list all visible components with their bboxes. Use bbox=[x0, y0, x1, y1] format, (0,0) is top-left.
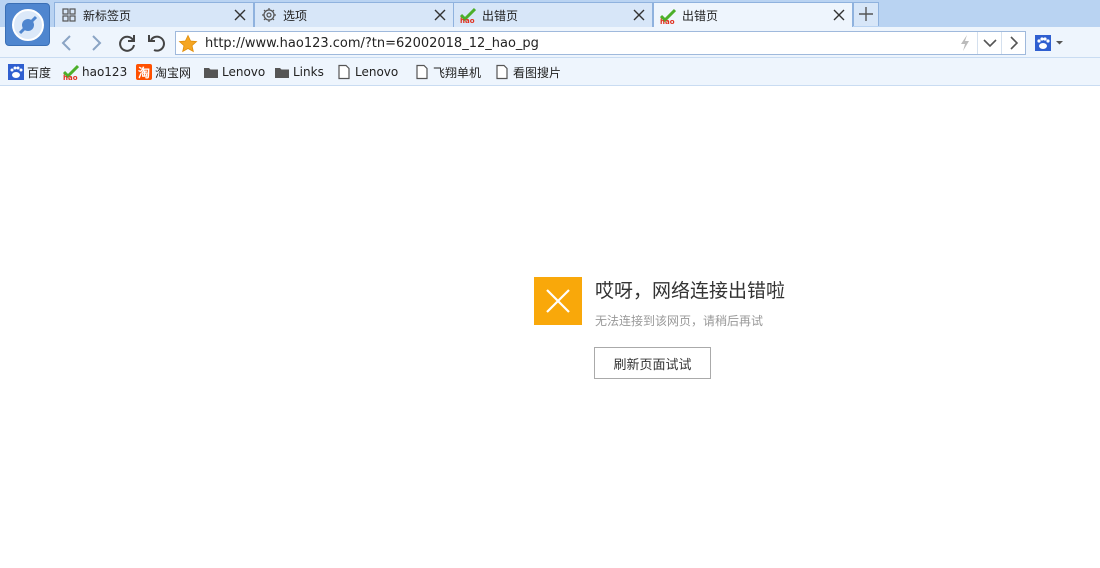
gear-icon bbox=[261, 7, 277, 23]
browser-logo-icon bbox=[12, 9, 44, 41]
folder-icon bbox=[203, 64, 219, 80]
bookmark-label: Lenovo bbox=[222, 65, 266, 79]
close-icon[interactable] bbox=[632, 8, 646, 22]
navigation-bar: http://www.hao123.com/?tn=62002018_12_ha… bbox=[0, 27, 1100, 58]
bookmark-item[interactable]: 看图搜片 bbox=[494, 62, 561, 82]
bookmark-label: 百度 bbox=[27, 65, 52, 80]
svg-text:hao: hao bbox=[660, 18, 675, 24]
plus-icon bbox=[859, 7, 873, 21]
new-tab-button[interactable] bbox=[853, 2, 879, 26]
star-icon[interactable] bbox=[178, 34, 198, 54]
forward-button[interactable] bbox=[85, 32, 107, 54]
error-title: 哎呀，网络连接出错啦 bbox=[595, 280, 786, 302]
svg-text:hao: hao bbox=[63, 74, 78, 80]
bookmark-label: 飞翔单机 bbox=[433, 65, 482, 80]
close-icon[interactable] bbox=[832, 8, 846, 22]
reload-page-button[interactable]: 刷新页面试试 bbox=[594, 347, 711, 379]
search-engine-selector[interactable] bbox=[1030, 31, 1074, 55]
address-bar[interactable]: http://www.hao123.com/?tn=62002018_12_ha… bbox=[175, 31, 1026, 55]
bookmark-label: 淘宝网 bbox=[155, 65, 192, 80]
bookmark-label: hao123 bbox=[82, 65, 128, 79]
tab-title: 选项 bbox=[283, 8, 308, 23]
bookmark-item[interactable]: Lenovo bbox=[336, 62, 398, 82]
hao123-icon: hao bbox=[459, 7, 477, 25]
svg-text:hao: hao bbox=[460, 17, 475, 23]
page-icon bbox=[494, 64, 510, 80]
baidu-paw-icon bbox=[1035, 35, 1063, 51]
tab-title: 出错页 bbox=[682, 9, 719, 23]
go-button[interactable] bbox=[1001, 32, 1025, 54]
back-button[interactable] bbox=[56, 32, 78, 54]
hao123-icon: hao bbox=[659, 8, 677, 26]
url-text[interactable]: http://www.hao123.com/?tn=62002018_12_ha… bbox=[205, 36, 539, 51]
bookmark-label: 看图搜片 bbox=[513, 65, 562, 80]
tab-error-page-active[interactable]: hao 出错页 bbox=[653, 2, 853, 28]
bookmark-item[interactable]: 飞翔单机 bbox=[414, 62, 481, 82]
refresh-icon bbox=[119, 35, 135, 52]
bookmarks-bar: 百度 hao hao123 淘 淘宝网 Lenovo Links Lenovo bbox=[0, 58, 1100, 86]
undo-icon bbox=[148, 35, 165, 52]
chevron-right-icon bbox=[92, 35, 102, 51]
svg-text:淘: 淘 bbox=[138, 65, 150, 80]
bookmark-label: Links bbox=[293, 65, 324, 79]
tab-title: 新标签页 bbox=[83, 8, 132, 23]
grid-icon bbox=[61, 7, 77, 23]
chevron-down-icon[interactable] bbox=[977, 32, 1001, 54]
page-icon bbox=[414, 64, 430, 80]
undo-button[interactable] bbox=[145, 32, 167, 54]
page-icon bbox=[336, 64, 352, 80]
bookmark-folder[interactable]: Links bbox=[274, 62, 324, 82]
tab-options[interactable]: 选项 bbox=[254, 2, 454, 27]
error-icon bbox=[534, 277, 582, 325]
bookmark-item[interactable]: 淘 淘宝网 bbox=[136, 62, 191, 82]
baidu-paw-icon bbox=[8, 64, 24, 80]
refresh-button[interactable] bbox=[116, 32, 138, 54]
chevron-left-icon bbox=[61, 35, 71, 51]
tab-error-page[interactable]: hao 出错页 bbox=[453, 2, 653, 27]
tab-strip: 新标签页 选项 hao 出错页 hao 出错页 bbox=[0, 0, 1100, 46]
bookmark-folder[interactable]: Lenovo bbox=[203, 62, 265, 82]
taobao-icon: 淘 bbox=[136, 64, 152, 80]
browser-logo[interactable] bbox=[5, 3, 50, 46]
tab-new-tab[interactable]: 新标签页 bbox=[54, 2, 254, 27]
bookmark-label: Lenovo bbox=[355, 65, 399, 79]
bookmark-item[interactable]: 百度 bbox=[8, 62, 51, 82]
error-subtitle: 无法连接到该网页，请稍后再试 bbox=[595, 314, 764, 328]
close-icon bbox=[546, 289, 570, 313]
close-icon[interactable] bbox=[233, 8, 247, 22]
close-icon[interactable] bbox=[433, 8, 447, 22]
tab-title: 出错页 bbox=[482, 8, 519, 23]
bookmark-item[interactable]: hao hao123 bbox=[62, 62, 128, 82]
folder-icon bbox=[274, 64, 290, 80]
lightning-icon[interactable] bbox=[953, 32, 977, 54]
hao123-icon: hao bbox=[62, 64, 80, 82]
